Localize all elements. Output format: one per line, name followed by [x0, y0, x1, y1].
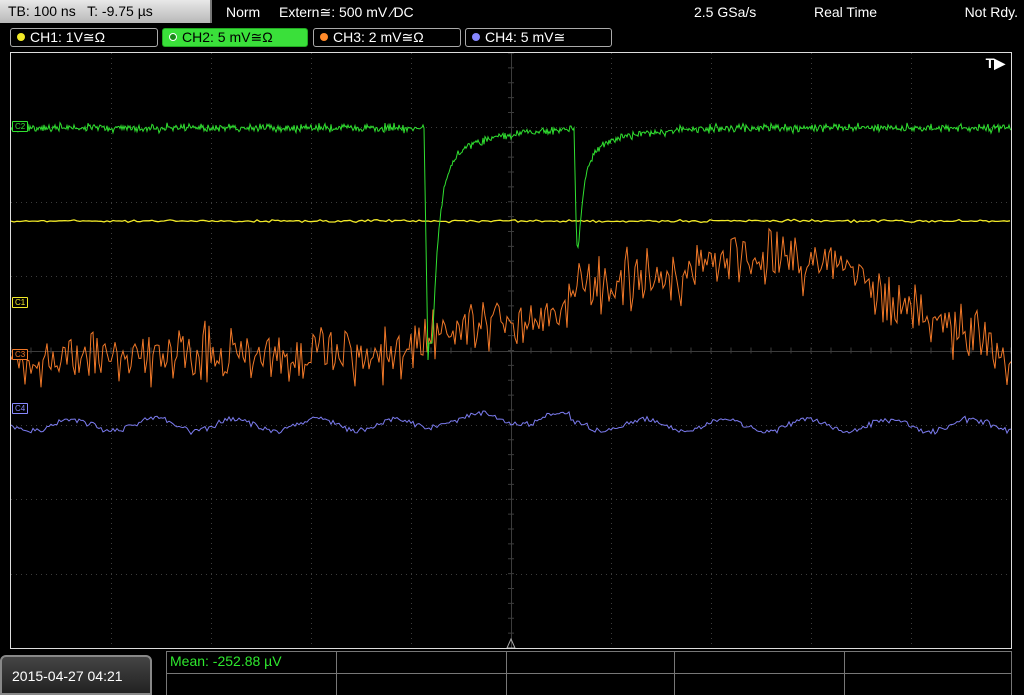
tab-ch1-label: CH1: 1V≅Ω [30, 29, 106, 45]
acquisition-status: Not Rdy. [964, 4, 1018, 20]
acquisition-mode[interactable]: Real Time [814, 0, 877, 24]
ch2-dot-icon [169, 33, 177, 41]
status-bar: TB: 100 ns T: -9.75 µs Norm Extern≅: 500… [0, 0, 1024, 24]
ch4-dot-icon [472, 33, 480, 41]
tab-ch3-label: CH3: 2 mV≅Ω [333, 29, 424, 45]
tab-ch2-label: CH2: 5 mV≅Ω [182, 29, 273, 45]
measurement-row-divider [166, 673, 1012, 674]
ch1-offset-marker[interactable]: C1 [12, 297, 29, 308]
ch1-waveform [11, 218, 1011, 224]
tab-ch3[interactable]: CH3: 2 mV≅Ω [313, 28, 461, 47]
timebase-label: TB: 100 ns [8, 3, 76, 19]
ch3-dot-icon [320, 33, 328, 41]
graticule [11, 53, 1011, 648]
tab-ch4[interactable]: CH4: 5 mV≅ [465, 28, 612, 47]
timebase-box[interactable]: TB: 100 ns T: -9.75 µs [0, 0, 212, 23]
datetime-display: 2015-04-27 04:21 [0, 655, 152, 695]
datetime-label: 2015-04-27 04:21 [12, 668, 123, 684]
sample-rate[interactable]: 2.5 GSa/s [694, 0, 756, 24]
measurement-panel: Mean: -252.88 µV [166, 651, 1012, 695]
trigger-mode[interactable]: Norm [226, 0, 260, 24]
trigger-source[interactable]: Extern≅: 500 mV ⁄DC [279, 0, 414, 24]
trigger-marker[interactable]: T▶ [986, 55, 1005, 72]
waveform-canvas [11, 53, 1011, 648]
waveform-display[interactable]: T▶ C2 C1 C3 C4 [10, 52, 1012, 649]
ch1-dot-icon [17, 33, 25, 41]
mean-measurement[interactable]: Mean: -252.88 µV [170, 653, 282, 669]
tab-ch4-label: CH4: 5 mV≅ [485, 29, 566, 45]
ch2-offset-marker[interactable]: C2 [12, 121, 29, 132]
ch3-offset-marker[interactable]: C3 [12, 349, 29, 360]
tab-ch2[interactable]: CH2: 5 mV≅Ω [162, 28, 308, 47]
trigger-time-label: T: -9.75 µs [87, 3, 153, 19]
tab-ch1[interactable]: CH1: 1V≅Ω [10, 28, 158, 47]
ch4-offset-marker[interactable]: C4 [12, 403, 29, 414]
